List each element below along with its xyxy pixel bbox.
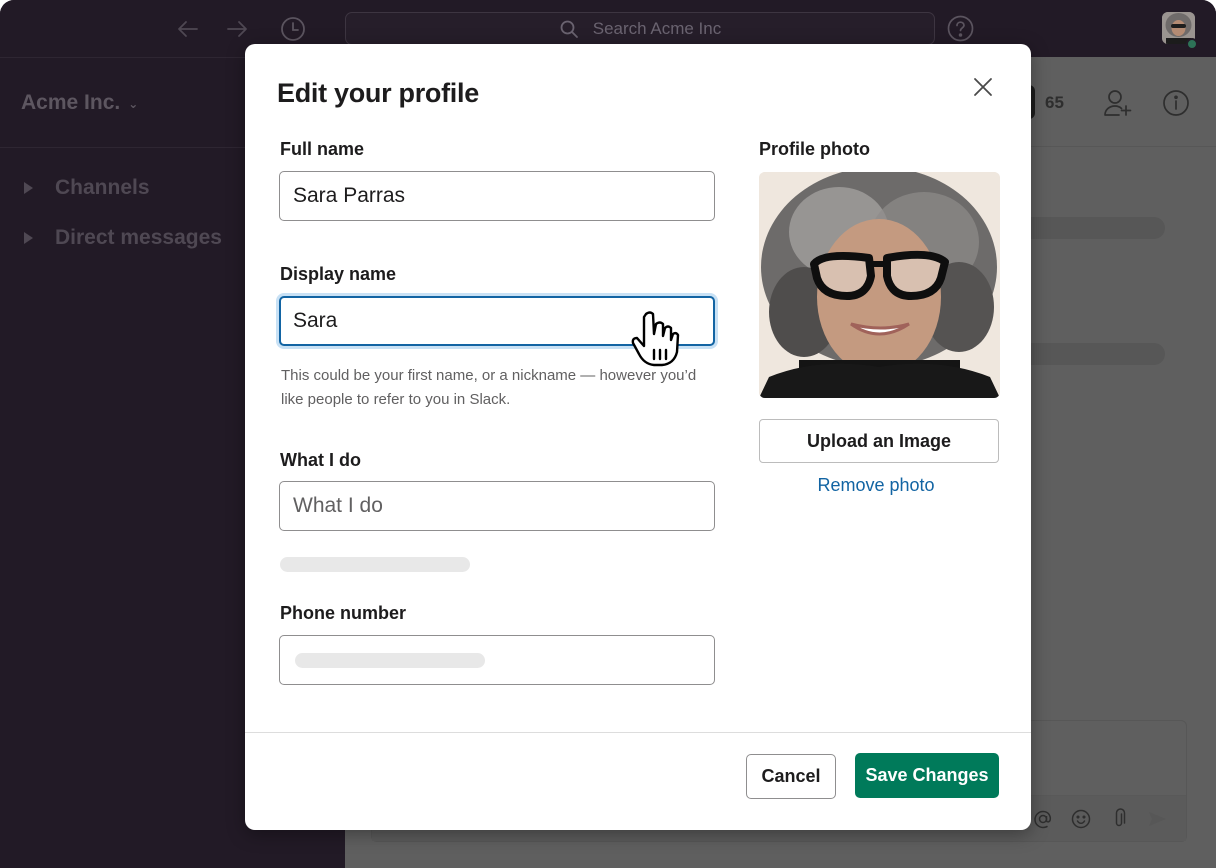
search-bar[interactable]: Search Acme Inc xyxy=(345,12,935,45)
caret-right-icon xyxy=(24,232,33,244)
member-count[interactable]: 65 xyxy=(1045,93,1064,113)
presence-indicator xyxy=(1186,38,1198,50)
what-i-do-label: What I do xyxy=(280,450,361,470)
full-name-input[interactable] xyxy=(279,171,715,221)
caret-right-icon xyxy=(24,182,33,194)
profile-photo-label: Profile photo xyxy=(759,139,870,159)
send-icon[interactable] xyxy=(1146,808,1168,830)
full-name-label: Full name xyxy=(280,139,365,159)
cancel-button[interactable]: Cancel xyxy=(746,754,836,799)
sidebar-item-label: Direct messages xyxy=(55,226,222,249)
search-icon xyxy=(560,20,578,38)
display-name-label: Display name xyxy=(280,264,397,284)
help-icon[interactable] xyxy=(947,15,974,42)
history-clock-icon[interactable] xyxy=(280,16,306,42)
workspace-name: Acme Inc. xyxy=(21,90,121,114)
phone-number-input[interactable] xyxy=(279,635,715,685)
remove-photo-link[interactable]: Remove photo xyxy=(759,475,993,496)
modal-title: Edit your profile xyxy=(277,78,479,108)
chevron-down-icon: ⌄ xyxy=(128,97,139,111)
what-i-do-input[interactable] xyxy=(279,481,715,531)
sidebar-item-label: Channels xyxy=(55,176,150,199)
display-name-hint: This could be your first name, or a nick… xyxy=(281,367,697,408)
back-arrow-icon[interactable] xyxy=(175,16,201,42)
edit-profile-modal: Edit your profile Full name Display name… xyxy=(245,44,1031,830)
mention-icon[interactable] xyxy=(1032,808,1054,830)
save-changes-button[interactable]: Save Changes xyxy=(855,753,999,798)
emoji-icon[interactable] xyxy=(1070,808,1092,830)
pronunciation-placeholder xyxy=(280,557,470,572)
display-name-input[interactable] xyxy=(279,296,715,346)
attach-icon[interactable] xyxy=(1108,808,1130,830)
search-placeholder: Search Acme Inc xyxy=(592,18,722,38)
modal-footer-divider xyxy=(245,732,1031,733)
close-icon[interactable] xyxy=(971,75,995,99)
add-person-icon[interactable] xyxy=(1103,88,1135,118)
forward-arrow-icon[interactable] xyxy=(224,16,250,42)
profile-photo xyxy=(759,172,1000,398)
upload-image-button[interactable]: Upload an Image xyxy=(759,419,999,463)
phone-number-label: Phone number xyxy=(280,603,407,623)
info-icon[interactable] xyxy=(1162,89,1190,117)
phone-placeholder xyxy=(295,653,485,668)
